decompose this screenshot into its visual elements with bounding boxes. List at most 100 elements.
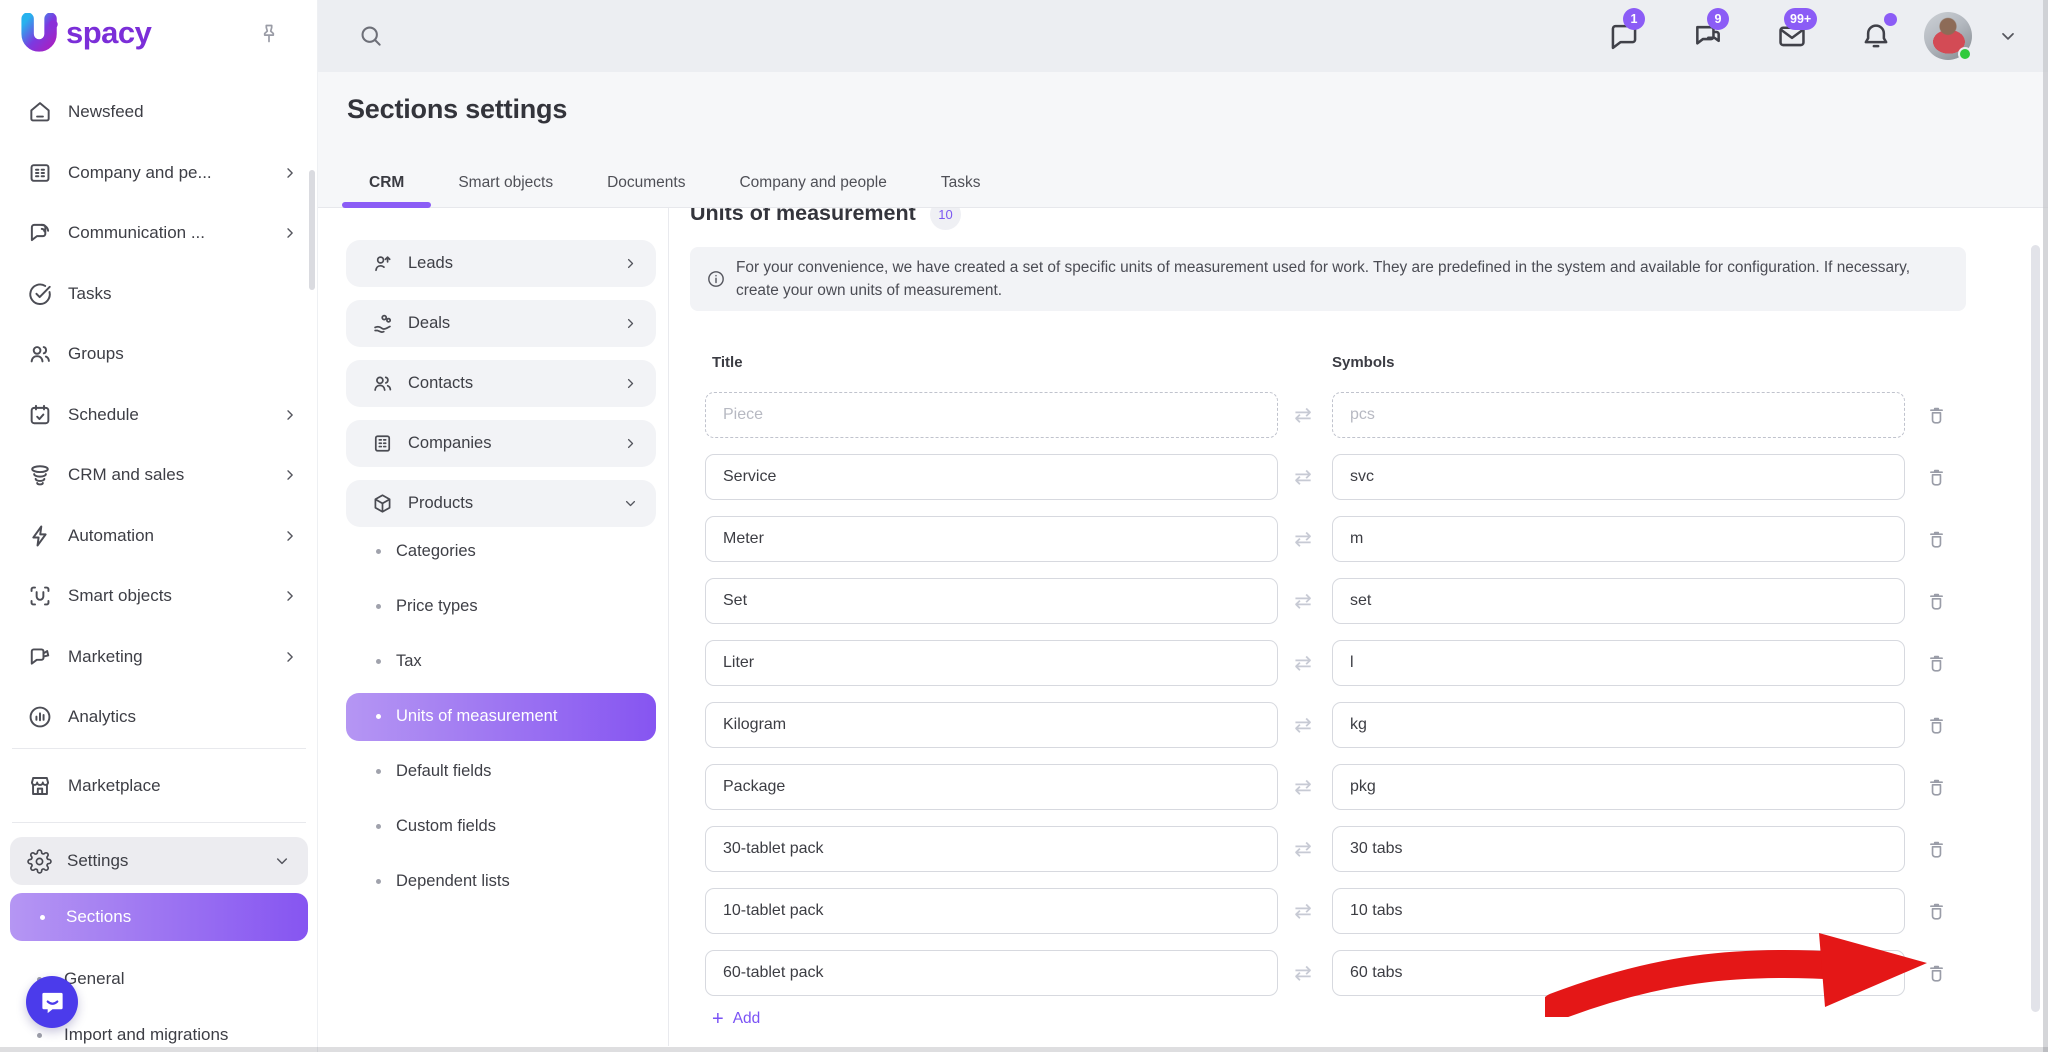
tab-documents[interactable]: Documents xyxy=(580,159,712,207)
group-chat-button[interactable]: 9 xyxy=(1692,20,1724,52)
units-list: ⇄ ⇄ ⇄ ⇄ ⇄ ⇄ ⇄ ⇄ ⇄ ⇄ xyxy=(318,384,2048,1004)
unit-title-input[interactable] xyxy=(705,516,1278,562)
sidebar-item-automation[interactable]: Automation xyxy=(0,506,318,567)
unit-symbol-input[interactable] xyxy=(1332,516,1905,562)
sidebar-item-newsfeed[interactable]: Newsfeed xyxy=(0,82,318,143)
user-menu-chevron-icon[interactable] xyxy=(1998,26,2018,46)
sidebar-item-smart-objects[interactable]: Smart objects xyxy=(0,566,318,627)
unit-row: ⇄ xyxy=(318,508,2048,570)
sidebar-item-analytics[interactable]: Analytics xyxy=(0,687,318,748)
sidebar-item-marketing[interactable]: Marketing xyxy=(0,627,318,688)
swap-icon[interactable]: ⇄ xyxy=(1285,516,1321,562)
delete-unit-button[interactable] xyxy=(1924,403,1949,428)
unit-symbol-input[interactable] xyxy=(1332,826,1905,872)
sidebar-item-crm-and-sales[interactable]: CRM and sales xyxy=(0,445,318,506)
sidebar-item-communication[interactable]: Communication ... xyxy=(0,203,318,264)
add-unit-button[interactable]: + Add xyxy=(712,1009,760,1029)
plus-icon: + xyxy=(712,1009,724,1029)
unit-title-input[interactable] xyxy=(705,888,1278,934)
chat-button[interactable]: 1 xyxy=(1608,20,1640,52)
swap-icon[interactable]: ⇄ xyxy=(1285,888,1321,934)
tab-tasks[interactable]: Tasks xyxy=(914,159,1008,207)
sidebar-item-label: Import and migrations xyxy=(64,1025,228,1045)
unit-title-input[interactable] xyxy=(705,578,1278,624)
unit-symbol-input[interactable] xyxy=(1332,578,1905,624)
sidebar-scrollbar[interactable] xyxy=(309,170,315,290)
notification-count-badge: 99+ xyxy=(1784,8,1817,30)
mail-icon xyxy=(1776,39,1808,56)
online-status-dot xyxy=(1958,47,1972,61)
info-icon xyxy=(706,269,726,289)
sidebar-item-schedule[interactable]: Schedule xyxy=(0,385,318,446)
info-text: For your convenience, we have created a … xyxy=(736,256,1910,302)
unit-symbol-input[interactable] xyxy=(1332,764,1905,810)
notification-count-badge: 9 xyxy=(1707,8,1729,30)
unit-symbol-input[interactable] xyxy=(1332,702,1905,748)
chevron-right-icon xyxy=(282,225,298,241)
subnav-card-label: Leads xyxy=(408,254,453,273)
page-header: Sections settings CRMSmart objectsDocume… xyxy=(318,72,2048,208)
swap-icon[interactable]: ⇄ xyxy=(1285,950,1321,996)
delete-unit-button[interactable] xyxy=(1924,837,1949,862)
swap-icon[interactable]: ⇄ xyxy=(1285,826,1321,872)
subnav-card-deals[interactable]: Deals xyxy=(346,300,656,347)
swap-icon[interactable]: ⇄ xyxy=(1285,640,1321,686)
support-chat-button[interactable] xyxy=(26,976,78,1028)
unit-title-input[interactable] xyxy=(705,640,1278,686)
swap-icon[interactable]: ⇄ xyxy=(1285,454,1321,500)
pin-sidebar-icon[interactable] xyxy=(257,22,281,46)
unit-title-input[interactable] xyxy=(705,454,1278,500)
app-window: spacy Newsfeed Company and pe... Communi… xyxy=(0,0,2048,1052)
delete-unit-button[interactable] xyxy=(1924,527,1949,552)
unit-title-input[interactable] xyxy=(705,764,1278,810)
sidebar-item-tasks[interactable]: Tasks xyxy=(0,264,318,325)
unit-symbol-input[interactable] xyxy=(1332,392,1905,438)
bell-button[interactable] xyxy=(1860,20,1892,52)
company-card-icon xyxy=(27,160,53,186)
uspacy-logo-icon xyxy=(18,13,64,55)
marketing-icon xyxy=(27,644,53,670)
delete-unit-button[interactable] xyxy=(1924,465,1949,490)
tab-company-and-people[interactable]: Company and people xyxy=(712,159,913,207)
sidebar-item-groups[interactable]: Groups xyxy=(0,324,318,385)
sidebar-item-label: Marketing xyxy=(68,647,143,667)
chat-icon xyxy=(1608,39,1640,56)
sidebar-item-label: Company and pe... xyxy=(68,163,212,183)
tab-crm[interactable]: CRM xyxy=(342,159,431,207)
search-icon[interactable] xyxy=(358,23,384,49)
unit-title-input[interactable] xyxy=(705,826,1278,872)
column-header-title: Title xyxy=(712,354,743,371)
annotation-arrow xyxy=(1545,921,1933,1017)
unit-row: ⇄ xyxy=(318,384,2048,446)
sidebar-item-sections[interactable]: Sections xyxy=(10,893,308,941)
calendar-icon xyxy=(27,402,53,428)
delete-unit-button[interactable] xyxy=(1924,775,1949,800)
delete-unit-button[interactable] xyxy=(1924,651,1949,676)
sidebar-item-settings[interactable]: Settings xyxy=(10,837,308,885)
sidebar-item-company-and-pe[interactable]: Company and pe... xyxy=(0,143,318,204)
unit-row: ⇄ xyxy=(318,570,2048,632)
unit-symbol-input[interactable] xyxy=(1332,640,1905,686)
subnav-card-leads[interactable]: Leads xyxy=(346,240,656,287)
unit-title-input[interactable] xyxy=(705,392,1278,438)
unit-title-input[interactable] xyxy=(705,950,1278,996)
sidebar-nav: Newsfeed Company and pe... Communication… xyxy=(0,82,318,748)
delete-unit-button[interactable] xyxy=(1924,713,1949,738)
chevron-right-icon xyxy=(282,467,298,483)
user-avatar[interactable] xyxy=(1924,12,1972,60)
window-scrollbar[interactable] xyxy=(2043,0,2048,1052)
tab-smart-objects[interactable]: Smart objects xyxy=(431,159,580,207)
sidebar-item-marketplace[interactable]: Marketplace xyxy=(0,756,318,817)
swap-icon[interactable]: ⇄ xyxy=(1285,578,1321,624)
swap-icon[interactable]: ⇄ xyxy=(1285,392,1321,438)
unit-symbol-input[interactable] xyxy=(1332,454,1905,500)
swap-icon[interactable]: ⇄ xyxy=(1285,702,1321,748)
sidebar-item-label: Groups xyxy=(68,344,124,364)
gear-icon xyxy=(27,849,52,874)
delete-unit-button[interactable] xyxy=(1924,589,1949,614)
swap-icon[interactable]: ⇄ xyxy=(1285,764,1321,810)
unit-title-input[interactable] xyxy=(705,702,1278,748)
column-header-symbols: Symbols xyxy=(1332,354,1395,371)
content-scrollbar-thumb[interactable] xyxy=(2031,245,2040,1012)
mail-button[interactable]: 99+ xyxy=(1776,20,1808,52)
